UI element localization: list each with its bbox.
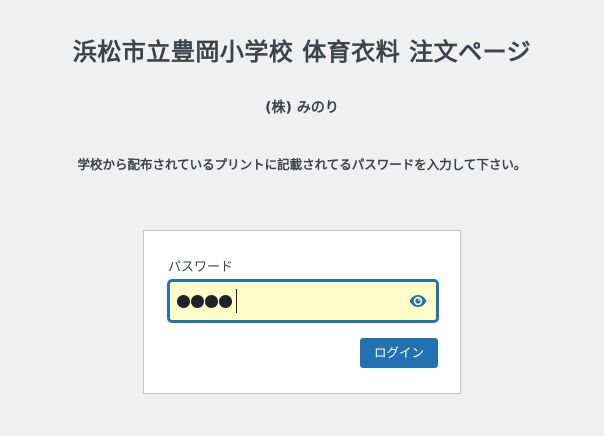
eye-icon[interactable] bbox=[408, 291, 428, 311]
password-dot bbox=[219, 294, 232, 308]
company-name: (株) みのり bbox=[265, 100, 339, 116]
password-dot bbox=[205, 294, 218, 308]
text-caret bbox=[236, 289, 237, 313]
login-button[interactable]: ログイン bbox=[360, 338, 438, 368]
instruction-text: 学校から配布されているプリントに記載されてるパスワードを入力して下さい。 bbox=[77, 157, 527, 172]
login-form: パスワード ログイン bbox=[143, 230, 461, 394]
password-dot bbox=[177, 294, 190, 308]
password-dot bbox=[191, 294, 204, 308]
password-input[interactable] bbox=[168, 280, 438, 322]
page-title: 浜松市立豊岡小学校 体育衣料 注文ページ bbox=[72, 38, 532, 66]
password-masked-value bbox=[177, 289, 237, 313]
password-label: パスワード bbox=[168, 260, 234, 275]
